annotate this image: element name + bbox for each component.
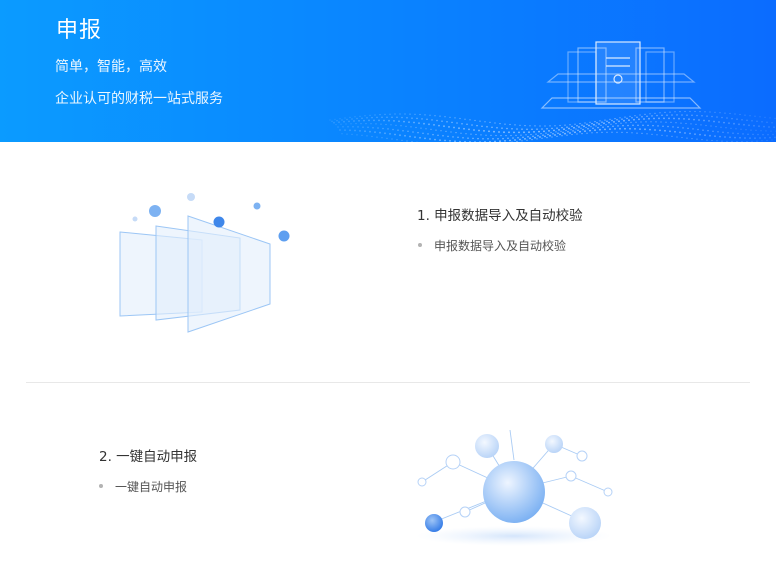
layered-documents-illustration-icon bbox=[119, 193, 290, 333]
banner-tagline: 简单，智能，高效 bbox=[55, 59, 167, 75]
feature-bullet-1: 申报数据导入及自动校验 bbox=[418, 237, 566, 254]
network-nodes-illustration-icon bbox=[416, 430, 613, 546]
feature-bullet-2: 一键自动申报 bbox=[99, 478, 187, 495]
feature-title-2: 2. 一键自动申报 bbox=[99, 449, 198, 465]
section-divider bbox=[26, 382, 750, 383]
feature-title-1: 1. 申报数据导入及自动校验 bbox=[417, 208, 583, 224]
page-title: 申报 bbox=[56, 18, 103, 43]
header-banner: 申报 简单，智能，高效 企业认可的财税一站式服务 bbox=[0, 0, 776, 142]
banner-description: 企业认可的财税一站式服务 bbox=[55, 91, 223, 107]
